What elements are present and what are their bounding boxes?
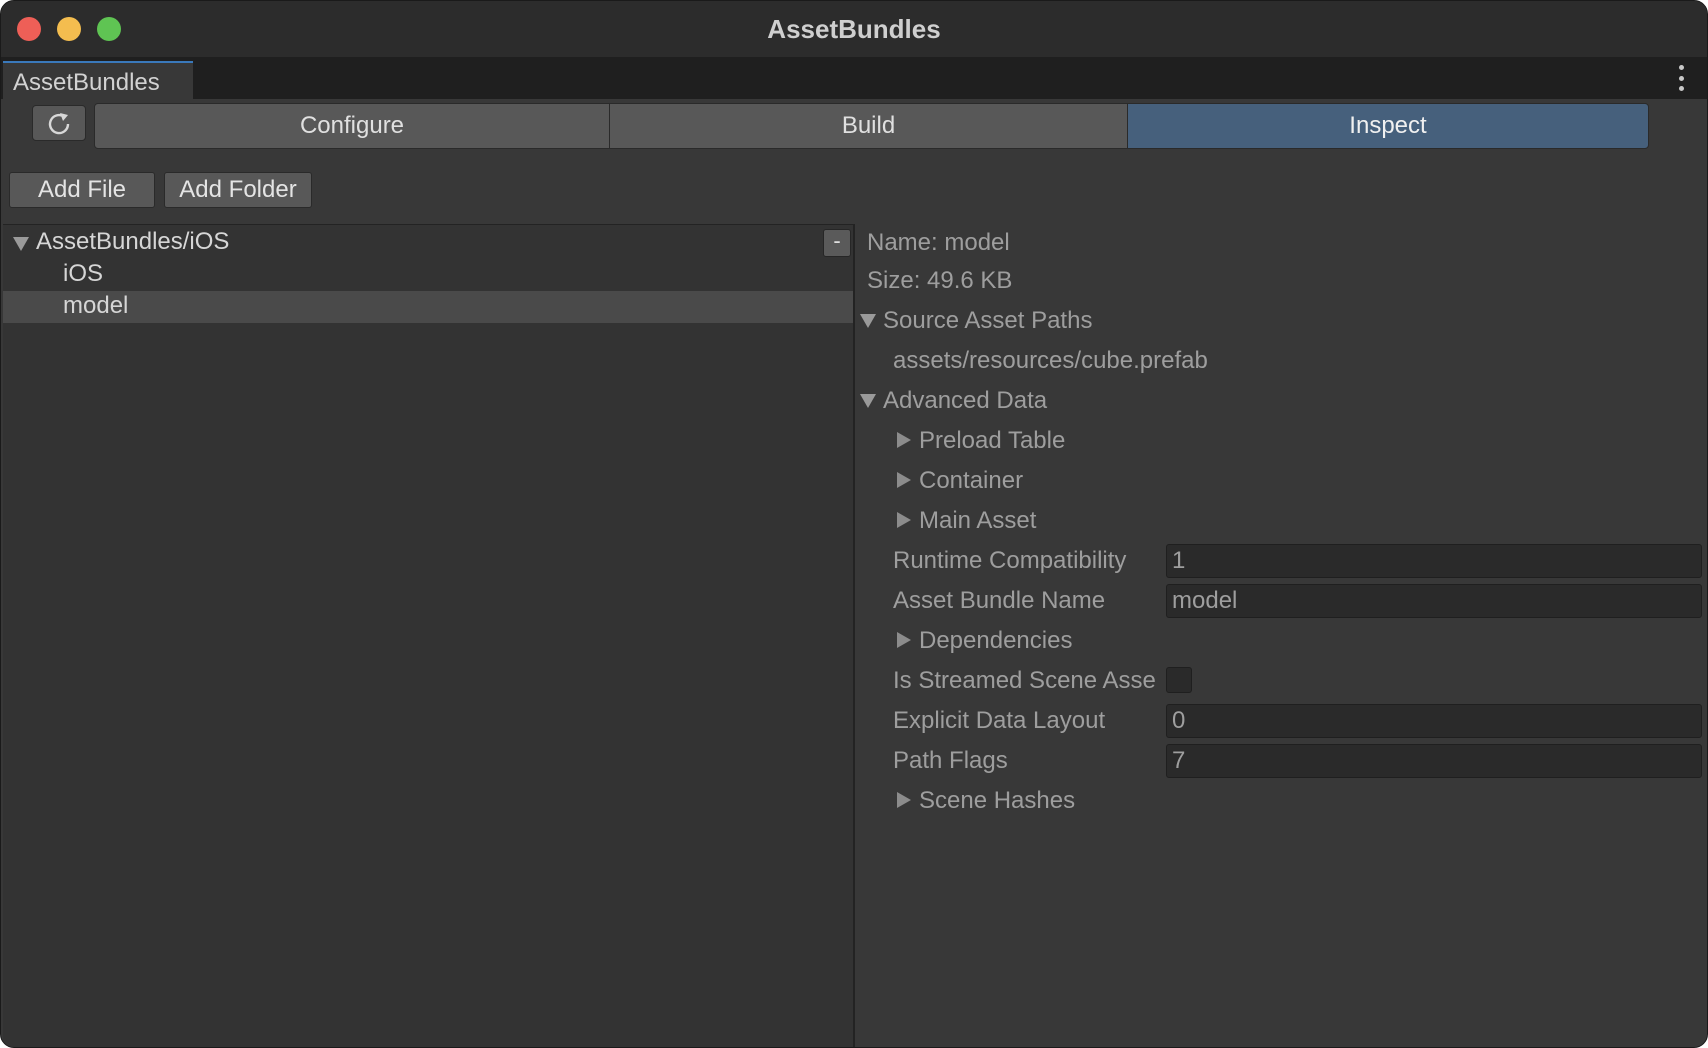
expand-triangle-icon[interactable] — [860, 314, 876, 328]
tree-item-ios[interactable]: iOS — [3, 259, 853, 291]
tab-configure[interactable]: Configure — [94, 103, 610, 149]
collapsed-triangle-icon[interactable] — [897, 512, 911, 528]
tab-strip: AssetBundles — [1, 57, 1707, 99]
advanced-data-foldout[interactable]: Advanced Data — [883, 387, 1047, 415]
is-streamed-scene-label: Is Streamed Scene Asse — [893, 667, 1156, 694]
bundle-name-text: Name: model — [867, 229, 1010, 256]
container-foldout[interactable]: Container — [919, 467, 1023, 495]
tab-build-label: Build — [841, 112, 896, 139]
tab-inspect[interactable]: Inspect — [1127, 103, 1649, 149]
window-title: AssetBundles — [767, 14, 941, 44]
is-streamed-scene-checkbox[interactable] — [1166, 667, 1192, 693]
field-value: 7 — [1172, 747, 1186, 774]
asset-bundle-name-field[interactable]: model — [1166, 584, 1702, 618]
tree-root-row[interactable]: AssetBundles/iOS - — [3, 227, 853, 259]
field-value: 0 — [1172, 707, 1186, 734]
title-bar: AssetBundles — [1, 1, 1707, 57]
tab-build[interactable]: Build — [609, 103, 1128, 149]
path-flags-label: Path Flags — [893, 747, 1008, 774]
expand-triangle-icon[interactable] — [13, 237, 29, 251]
source-asset-paths-foldout[interactable]: Source Asset Paths — [883, 307, 1092, 335]
tree-item-label: model — [63, 292, 129, 319]
main-asset-foldout[interactable]: Main Asset — [919, 507, 1036, 535]
tab-inspect-label: Inspect — [1349, 112, 1427, 139]
bundle-tree-panel: AssetBundles/iOS - iOS model — [3, 224, 855, 1047]
collapse-button[interactable]: - — [823, 229, 851, 257]
collapsed-triangle-icon[interactable] — [897, 432, 911, 448]
expand-triangle-icon[interactable] — [860, 394, 876, 408]
source-asset-path: assets/resources/cube.prefab — [893, 347, 1208, 374]
scene-hashes-foldout[interactable]: Scene Hashes — [919, 787, 1075, 815]
tree-item-model[interactable]: model — [3, 291, 853, 323]
asset-bundle-name-label: Asset Bundle Name — [893, 587, 1106, 614]
preload-table-foldout[interactable]: Preload Table — [919, 427, 1065, 455]
path-flags-field[interactable]: 7 — [1166, 744, 1702, 778]
dependencies-foldout[interactable]: Dependencies — [919, 627, 1072, 655]
bundle-size-text: Size: 49.6 KB — [867, 267, 1013, 294]
field-value: 1 — [1172, 547, 1186, 574]
tree-root-label: AssetBundles/iOS — [36, 228, 230, 255]
add-file-button[interactable]: Add File — [9, 172, 155, 208]
add-folder-button[interactable]: Add Folder — [164, 172, 312, 208]
refresh-button[interactable] — [32, 105, 86, 141]
tab-label: AssetBundles — [13, 69, 160, 96]
assetbundles-window: AssetBundles AssetBundles Configure Buil… — [0, 0, 1708, 1048]
more-options-icon[interactable] — [1677, 65, 1685, 91]
collapsed-triangle-icon[interactable] — [897, 632, 911, 648]
runtime-compatibility-label: Runtime Compatibility — [893, 547, 1127, 574]
collapsed-triangle-icon[interactable] — [897, 792, 911, 808]
tab-configure-label: Configure — [299, 112, 405, 139]
explicit-data-layout-field[interactable]: 0 — [1166, 704, 1702, 738]
tree-item-label: iOS — [63, 260, 104, 287]
tab-assetbundles[interactable]: AssetBundles — [3, 61, 193, 99]
refresh-icon — [48, 113, 70, 135]
explicit-data-layout-label: Explicit Data Layout — [893, 707, 1106, 734]
runtime-compatibility-field[interactable]: 1 — [1166, 544, 1702, 578]
field-value: model — [1172, 587, 1238, 614]
collapsed-triangle-icon[interactable] — [897, 472, 911, 488]
